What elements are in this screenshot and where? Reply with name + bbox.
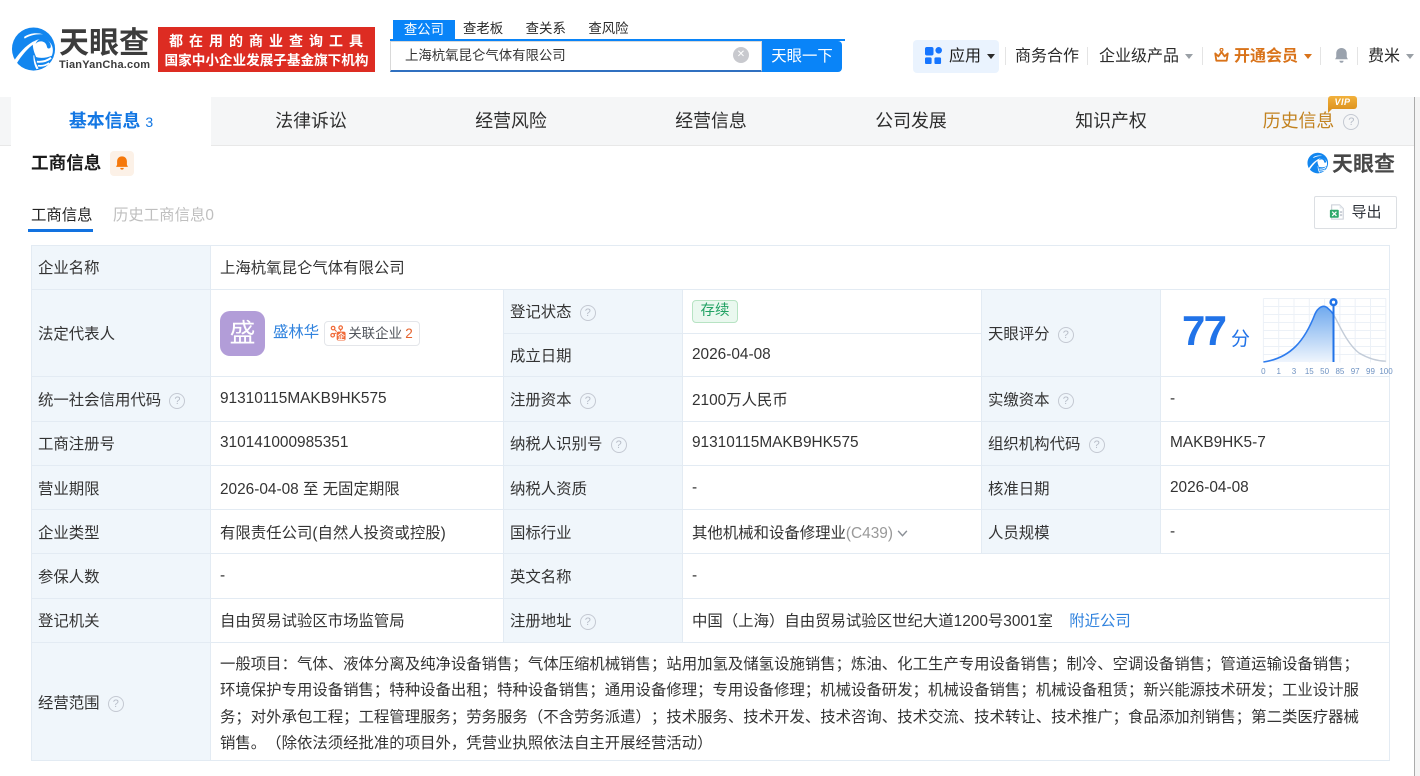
svg-text:50: 50 <box>1320 367 1329 376</box>
svg-text:97: 97 <box>1351 367 1360 376</box>
svg-text:0: 0 <box>1261 367 1266 376</box>
svg-text:99: 99 <box>1366 367 1375 376</box>
svg-text:企: 企 <box>338 331 346 341</box>
svg-text:15: 15 <box>1305 367 1314 376</box>
svg-text:1: 1 <box>1276 367 1281 376</box>
svg-text:85: 85 <box>1335 367 1344 376</box>
svg-text:100: 100 <box>1379 367 1393 376</box>
svg-text:3: 3 <box>1292 367 1297 376</box>
